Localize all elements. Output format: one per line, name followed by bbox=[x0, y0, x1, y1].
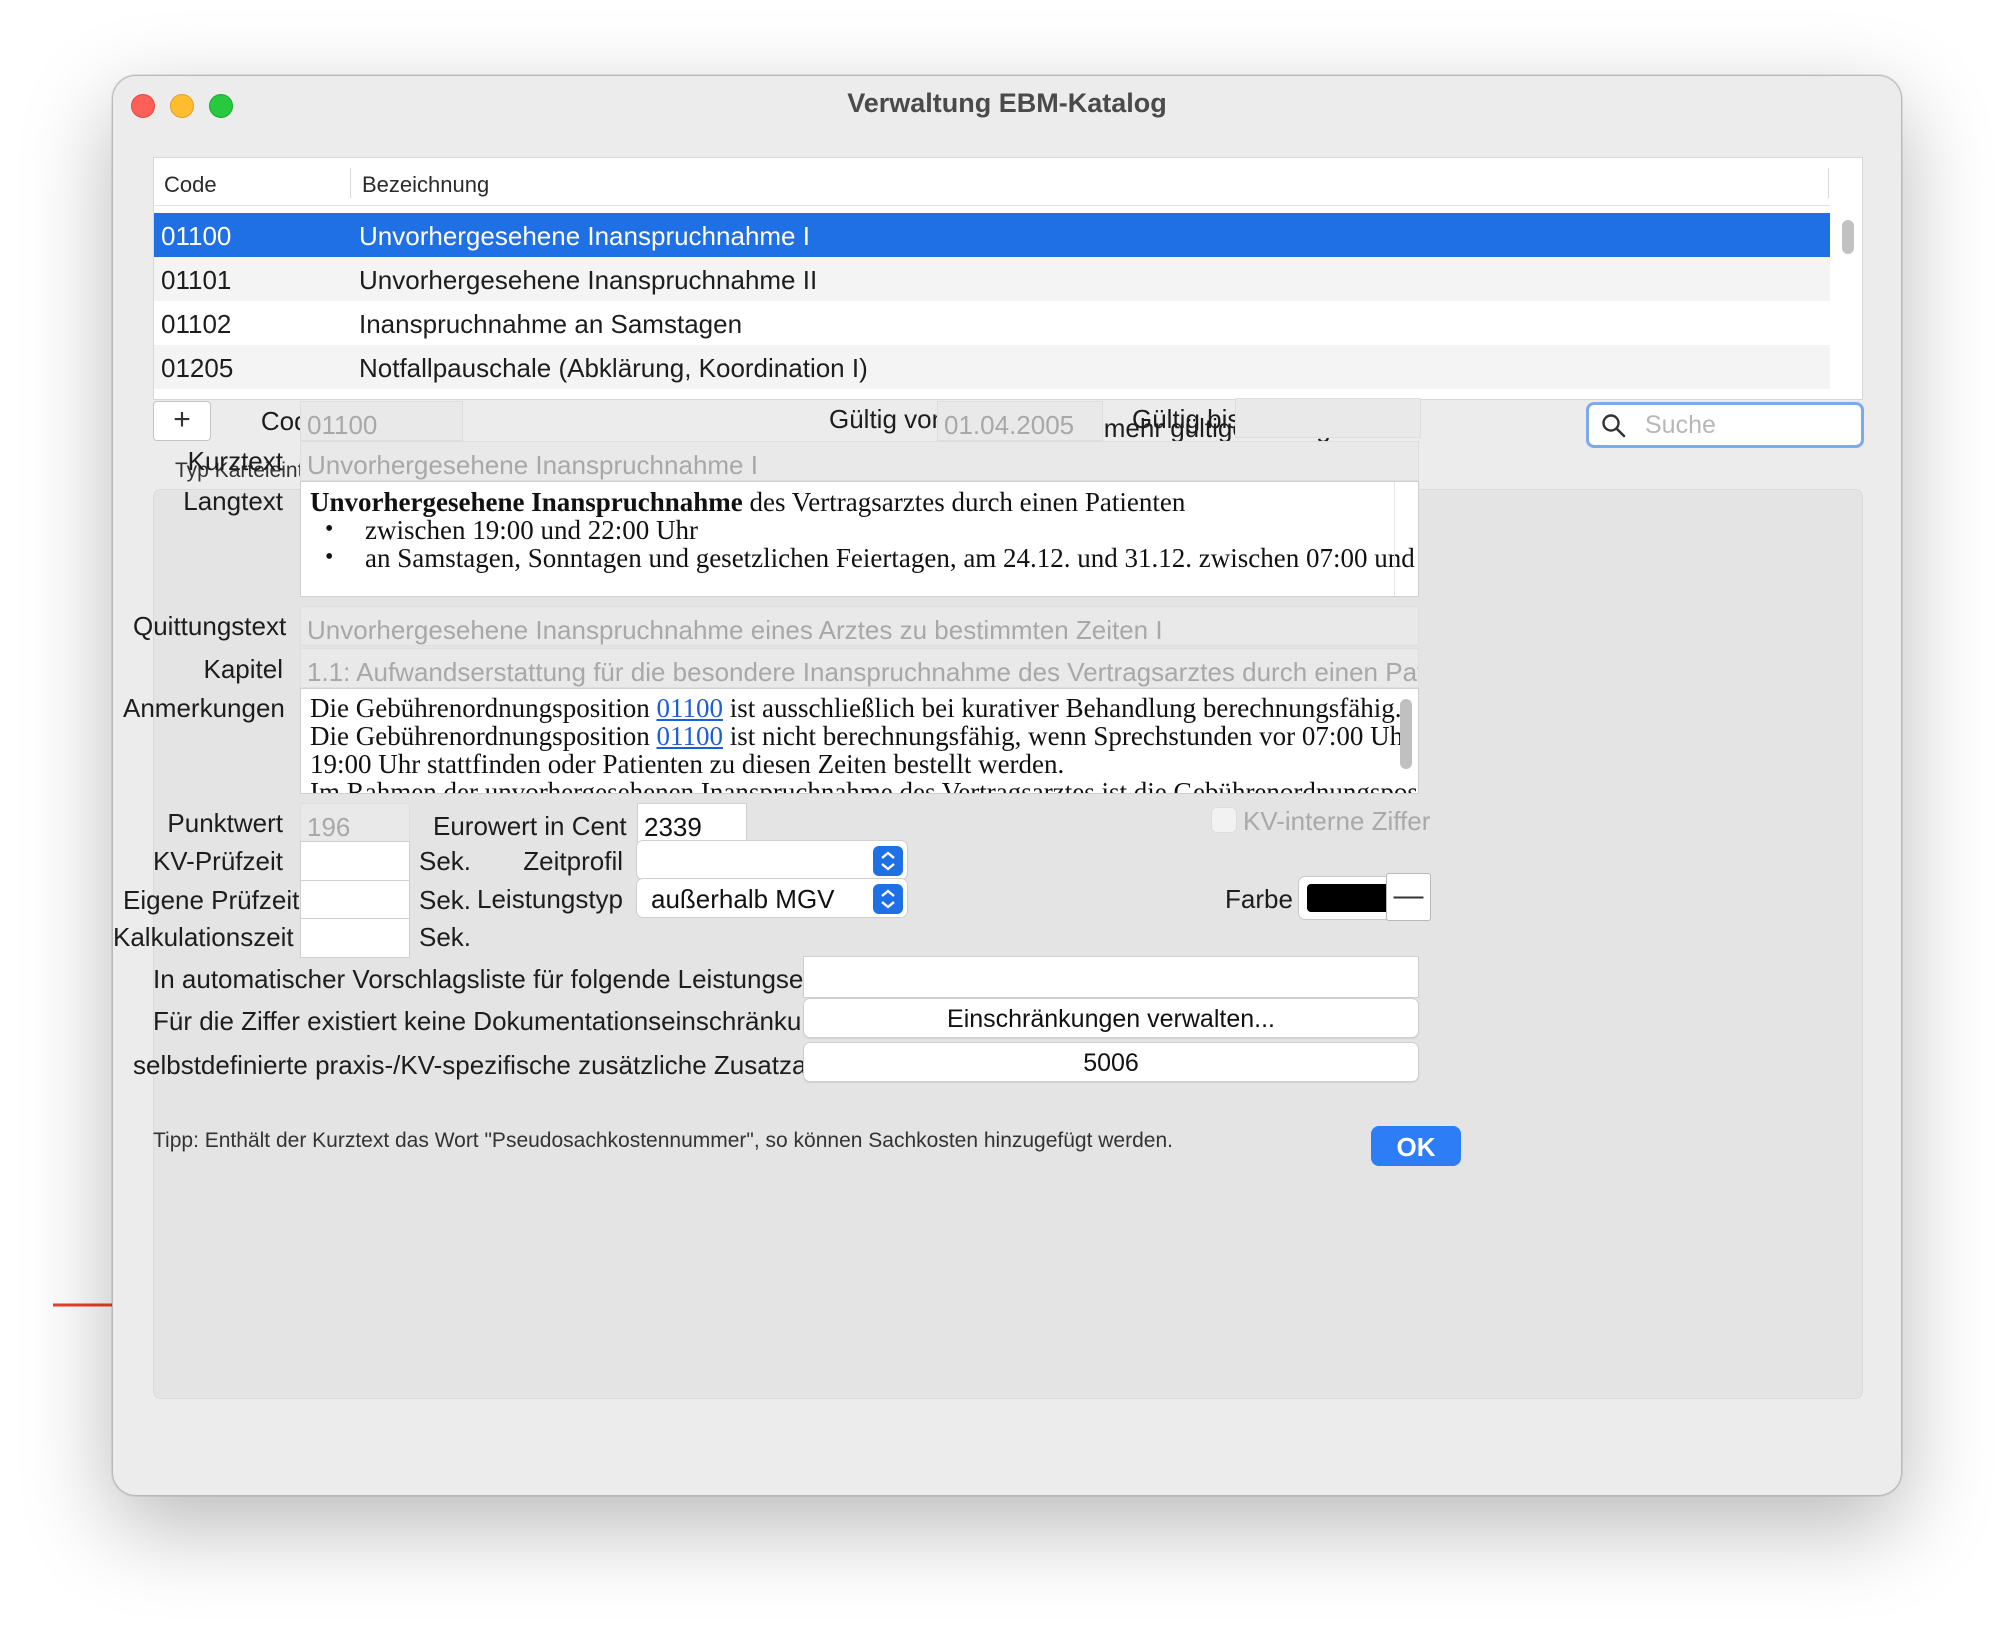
doku-status-label: Für die Ziffer existiert keine Dokumenta… bbox=[153, 1006, 838, 1036]
punktwert-field[interactable]: 196 bbox=[300, 803, 410, 843]
row-code: 01101 bbox=[161, 265, 232, 295]
langtext-line-1: Unvorhergesehene Inanspruchnahme des Ver… bbox=[310, 487, 1186, 517]
ebm-catalog-window: Verwaltung EBM-Katalog Code Bezeichnung … bbox=[112, 75, 1902, 1496]
kapitel-field[interactable]: 1.1: Aufwandserstattung für die besonder… bbox=[300, 648, 1419, 688]
column-header-code[interactable]: Code bbox=[164, 172, 217, 198]
column-header-bezeichnung[interactable]: Bezeichnung bbox=[362, 172, 489, 198]
zeitprofil-select[interactable] bbox=[636, 840, 908, 880]
bullet-icon: • bbox=[325, 516, 334, 542]
kalkulationszeit-field[interactable] bbox=[300, 918, 410, 958]
einschraenkungen-verwalten-button[interactable]: Einschränkungen verwalten... bbox=[803, 998, 1419, 1038]
langtext-area[interactable]: Unvorhergesehene Inanspruchnahme des Ver… bbox=[300, 481, 1419, 597]
table-header: Code Bezeichnung bbox=[154, 158, 1830, 206]
eurowert-label: Eurowert in Cent bbox=[433, 811, 627, 841]
langtext-scrollbar[interactable] bbox=[1394, 482, 1418, 596]
leistungstyp-select[interactable]: außerhalb MGV bbox=[636, 878, 908, 918]
anmerkungen-line-4: Im Rahmen der unvorhergesehenen Inanspru… bbox=[310, 777, 1419, 794]
gueltig-von-field[interactable]: 01.04.2005 bbox=[937, 401, 1103, 441]
eigene-pruefzeit-label: Eigene Prüfzeit bbox=[123, 885, 300, 915]
anmerkungen-scrollbar[interactable] bbox=[1396, 693, 1416, 793]
row-code: 01102 bbox=[161, 309, 232, 339]
row-name: Inanspruchnahme an Samstagen bbox=[359, 309, 743, 339]
langtext-bullet-2: an Samstagen, Sonntagen und gesetzlichen… bbox=[365, 543, 1419, 573]
kurztext-field[interactable]: Unvorhergesehene Inanspruchnahme I bbox=[300, 441, 1419, 481]
popup-arrows-icon bbox=[873, 846, 903, 876]
titlebar: Verwaltung EBM-Katalog bbox=[113, 76, 1901, 132]
tipp-text: Tipp: Enthält der Kurztext das Wort "Pse… bbox=[153, 1129, 1173, 1152]
table-row[interactable]: 01102 Inanspruchnahme an Samstagen bbox=[154, 301, 1830, 345]
kapitel-label: Kapitel bbox=[203, 654, 284, 684]
leistungstyp-value: außerhalb MGV bbox=[651, 884, 835, 914]
kv-pruefzeit-field[interactable] bbox=[300, 841, 410, 881]
code-link[interactable]: 01100 bbox=[656, 721, 723, 751]
search-field[interactable]: Suche bbox=[1586, 402, 1864, 448]
zusatzangaben-label: selbstdefinierte praxis-/KV-spezifische … bbox=[133, 1050, 901, 1080]
row-name: Unvorhergesehene Inanspruchnahme II bbox=[359, 265, 818, 295]
zusatzangaben-button[interactable]: 5006 bbox=[803, 1042, 1419, 1082]
quittungstext-label: Quittungstext bbox=[133, 611, 287, 641]
code-field[interactable]: 01100 bbox=[300, 401, 463, 441]
leistungstyp-label: Leistungstyp bbox=[477, 884, 623, 914]
row-code: 01205 bbox=[161, 353, 234, 383]
table-row[interactable]: 01100 Unvorhergesehene Inanspruchnahme I bbox=[154, 213, 1830, 257]
eigene-pruefzeit-field[interactable] bbox=[300, 880, 410, 920]
table-scrollbar[interactable] bbox=[1834, 214, 1860, 399]
gueltig-bis-label: Gültig bis bbox=[1132, 404, 1241, 434]
catalog-table[interactable]: Code Bezeichnung 01100 Unvorhergesehene … bbox=[153, 157, 1863, 400]
table-scrollbar-thumb[interactable] bbox=[1842, 220, 1854, 254]
search-icon bbox=[1602, 414, 1626, 438]
anmerkungen-line-2: Die Gebührenordnungsposition 01100 ist n… bbox=[310, 721, 1418, 751]
search-placeholder: Suche bbox=[1645, 411, 1716, 439]
table-row[interactable]: 01205 Notfallpauschale (Abklärung, Koord… bbox=[154, 345, 1830, 389]
bullet-icon: • bbox=[325, 544, 334, 570]
anmerkungen-area[interactable]: Die Gebührenordnungsposition 01100 ist a… bbox=[300, 688, 1419, 794]
window-title: Verwaltung EBM-Katalog bbox=[847, 88, 1167, 118]
vorschlag-label: In automatischer Vorschlagsliste für fol… bbox=[153, 964, 901, 994]
gueltig-von-label: Gültig von bbox=[829, 404, 947, 434]
code-link[interactable]: 01100 bbox=[656, 693, 723, 723]
vorschlag-field[interactable] bbox=[803, 956, 1419, 998]
kalkulationszeit-label: Kalkulationszeit bbox=[113, 922, 294, 952]
row-name: Notfallpauschale (Abklärung, Koordinatio… bbox=[359, 353, 868, 383]
eurowert-field[interactable]: 2339 bbox=[637, 803, 747, 843]
table-row[interactable]: 01101 Unvorhergesehene Inanspruchnahme I… bbox=[154, 257, 1830, 301]
row-name: Unvorhergesehene Inanspruchnahme I bbox=[359, 221, 810, 251]
table-body: 01100 Unvorhergesehene Inanspruchnahme I… bbox=[154, 213, 1830, 389]
anmerkungen-scrollbar-thumb[interactable] bbox=[1400, 699, 1412, 769]
remove-color-button[interactable]: — bbox=[1386, 873, 1431, 921]
anmerkungen-line-1: Die Gebührenordnungsposition 01100 ist a… bbox=[310, 693, 1402, 723]
langtext-bullet-1: zwischen 19:00 und 22:00 Uhr bbox=[365, 515, 698, 545]
kv-pruefzeit-label: KV-Prüfzeit bbox=[152, 846, 283, 876]
anmerkungen-label: Anmerkungen bbox=[123, 693, 285, 723]
popup-arrows-icon bbox=[873, 884, 903, 914]
punktwert-label: Punktwert bbox=[167, 808, 283, 838]
zeitprofil-label: Zeitprofil bbox=[523, 846, 623, 876]
kv-interne-label: KV-interne Ziffer bbox=[1243, 806, 1431, 836]
row-code: 01100 bbox=[161, 221, 232, 251]
ok-button[interactable]: OK bbox=[1371, 1126, 1461, 1166]
kv-interne-checkbox[interactable] bbox=[1211, 807, 1237, 833]
kalkulationszeit-unit: Sek. bbox=[419, 922, 472, 952]
langtext-label: Langtext bbox=[183, 486, 283, 516]
kurztext-label: Kurztext bbox=[187, 446, 283, 476]
farbe-label: Farbe bbox=[1225, 884, 1293, 914]
anmerkungen-line-3: 19:00 Uhr stattfinden oder Patienten zu … bbox=[310, 749, 1065, 779]
gueltig-bis-field[interactable] bbox=[1235, 398, 1421, 438]
quittungstext-field[interactable]: Unvorhergesehene Inanspruchnahme eines A… bbox=[300, 606, 1419, 646]
